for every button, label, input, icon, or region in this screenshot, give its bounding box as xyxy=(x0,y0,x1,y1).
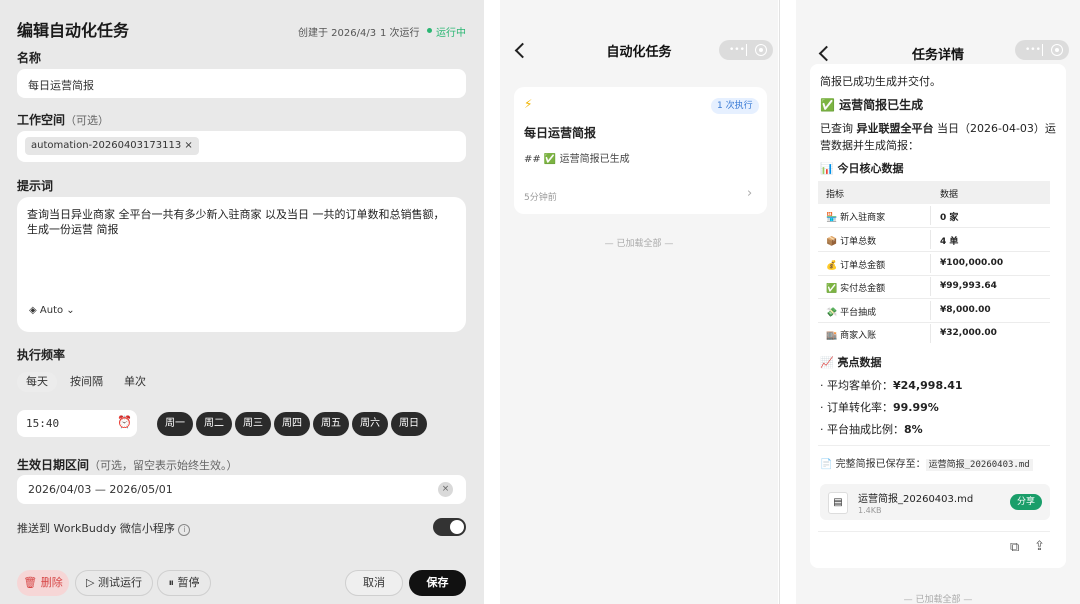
name-value: 每日运营简报 xyxy=(28,79,94,92)
execution-count-badge: 1 次执行 xyxy=(711,98,759,114)
prompt-textarea[interactable]: 查询当日异业商家 全平台一共有多少新入驻商家 以及当日 一共的订单数和总销售额，… xyxy=(17,197,466,332)
save-button[interactable]: 保存 xyxy=(409,570,466,596)
file-attachment[interactable]: ▤ 运营简报_20260403.md 1.4KB 分享 xyxy=(820,484,1050,520)
freq-once[interactable]: 单次 xyxy=(115,372,155,392)
col-header-metric: 指标 xyxy=(826,190,845,200)
miniprogram-capsule[interactable]: ••• xyxy=(719,40,773,60)
chevron-down-icon: ⌄ xyxy=(66,305,75,316)
freq-daily[interactable]: 每天 xyxy=(17,372,57,392)
task-card[interactable]: ⚡ 1 次执行 每日运营简报 ## ✅ 运营简报已生成 5分钟前 › xyxy=(514,87,767,214)
file-size: 1.4KB xyxy=(858,506,882,515)
date-range-label: 生效日期区间（可选，留空表示始终生效。） xyxy=(17,458,238,472)
card-summary: ## ✅ 运营简报已生成 xyxy=(524,154,630,165)
intro-paragraph-line2: 营数据并生成简报： xyxy=(820,139,919,152)
freq-interval[interactable]: 按间隔 xyxy=(61,372,112,392)
task-detail-panel: 任务详情 ••• 简报已成功生成并交付。 ✅ 运营简报已生成 已查询 异业联盟全… xyxy=(796,0,1080,604)
highlight-item: · 平台抽成比例：8% xyxy=(820,423,923,436)
workspace-label: 工作空间（可选） xyxy=(17,113,110,127)
alarm-clock-icon[interactable]: ⏰ xyxy=(117,415,132,429)
workspace-field[interactable]: automation-20260403173113 × xyxy=(17,131,466,162)
summary-line: 简报已成功生成并交付。 xyxy=(820,75,941,88)
pause-button[interactable]: ⏸ 暂停 xyxy=(157,570,211,596)
loaded-all-text: — 已加载全部 — xyxy=(604,239,674,249)
edit-task-panel: 编辑自动化任务 创建于 2026/4/3 1 次运行 运行中 名称 每日运营简报… xyxy=(0,0,484,604)
weekday-sun[interactable]: 周日 xyxy=(391,412,427,436)
workspace-tag[interactable]: automation-20260403173113 × xyxy=(25,137,199,155)
weekday-mon[interactable]: 周一 xyxy=(157,412,193,436)
miniprogram-capsule[interactable]: ••• xyxy=(1015,40,1069,60)
file-name: 运营简报_20260403.md xyxy=(858,494,974,505)
loaded-all-text: — 已加载全部 — xyxy=(903,595,973,604)
weekday-tue[interactable]: 周二 xyxy=(196,412,232,436)
divider xyxy=(818,445,1050,446)
date-range-field[interactable]: 2026/04/03 — 2026/05/01 × xyxy=(17,475,466,504)
task-list-panel: 自动化任务 ••• ⚡ 1 次执行 每日运营简报 ## ✅ 运营简报已生成 5分… xyxy=(500,0,778,604)
saved-path-line: 📄 完整简报已保存至： 运营简报_20260403.md xyxy=(820,455,1033,471)
table-row: 💰 订单总金额 ¥100,000.00 xyxy=(818,252,1050,276)
more-icon[interactable]: ••• xyxy=(1025,44,1041,56)
table-row: 📦 订单总数 4 单 xyxy=(818,228,1050,252)
model-selector[interactable]: ◈ Auto ⌄ xyxy=(29,305,75,316)
close-target-icon[interactable] xyxy=(1051,44,1063,56)
copy-icon[interactable]: ⧉ xyxy=(1010,540,1019,555)
panel-divider xyxy=(779,0,780,604)
status-badge: 运行中 xyxy=(436,28,466,39)
delete-button[interactable]: 🗑 删除 xyxy=(17,570,69,596)
push-toggle[interactable] xyxy=(433,518,466,536)
frequency-label: 执行频率 xyxy=(17,348,66,362)
table-row: 🏪 新入驻商家 0 家 xyxy=(818,204,1050,228)
run-count: 1 次运行 xyxy=(380,28,420,39)
test-run-button[interactable]: ▷ 测试运行 xyxy=(75,570,153,596)
highlight-item: · 平均客单价：¥24,998.41 xyxy=(820,379,963,392)
status-dot-icon xyxy=(427,28,432,33)
weekday-wed[interactable]: 周三 xyxy=(235,412,271,436)
prompt-label: 提示词 xyxy=(17,179,54,193)
page-title: 编辑自动化任务 xyxy=(17,21,130,40)
lightning-icon: ⚡ xyxy=(524,97,533,111)
heading-highlights: 📈 亮点数据 xyxy=(820,356,882,369)
heading-core-data: 📊 今日核心数据 xyxy=(820,162,904,175)
table-row: 🏬 商家入账 ¥32,000.00 xyxy=(818,322,1050,345)
weekday-fri[interactable]: 周五 xyxy=(313,412,349,436)
weekday-thu[interactable]: 周四 xyxy=(274,412,310,436)
heading-report-generated: ✅ 运营简报已生成 xyxy=(820,98,924,112)
intro-paragraph-line1: 已查询 异业联盟全平台 当日（2026-04-03）运 xyxy=(820,122,1056,135)
date-range-value: 2026/04/03 — 2026/05/01 xyxy=(28,483,173,496)
table-row: 💸 平台抽成 ¥8,000.00 xyxy=(818,299,1050,323)
col-header-value: 数据 xyxy=(940,190,959,200)
info-icon[interactable]: i xyxy=(178,524,191,536)
card-title: 每日运营简报 xyxy=(524,126,597,140)
prompt-text: 查询当日异业商家 全平台一共有多少新入驻商家 以及当日 一共的订单数和总销售额，… xyxy=(27,208,445,236)
name-field[interactable]: 每日运营简报 xyxy=(17,69,466,98)
pause-icon: ⏸ xyxy=(168,576,175,589)
document-icon: 📄 xyxy=(820,459,833,470)
created-date: 创建于 2026/4/3 xyxy=(298,28,377,39)
cancel-button[interactable]: 取消 xyxy=(345,570,403,596)
clear-date-icon[interactable]: × xyxy=(438,482,453,497)
toggle-knob xyxy=(450,520,464,534)
highlight-item: · 订单转化率：99.99% xyxy=(820,401,939,414)
play-icon: ▷ xyxy=(86,576,95,589)
time-input[interactable]: 15:40 ⏰ xyxy=(17,410,137,437)
card-time: 5分钟前 xyxy=(524,193,557,203)
push-label: 推送到 WorkBuddy 微信小程序 i xyxy=(17,520,191,536)
time-value: 15:40 xyxy=(26,417,60,430)
weekday-sat[interactable]: 周六 xyxy=(352,412,388,436)
layers-icon: ◈ xyxy=(29,305,37,316)
chevron-right-icon: › xyxy=(747,186,753,201)
table-header: 指标 数据 xyxy=(818,181,1050,204)
trash-icon: 🗑 xyxy=(23,576,38,589)
saved-file-code: 运营简报_20260403.md xyxy=(925,459,1033,471)
file-icon: ▤ xyxy=(828,492,848,514)
close-target-icon[interactable] xyxy=(755,44,767,56)
more-icon[interactable]: ••• xyxy=(729,44,745,56)
share-export-icon[interactable]: ⇪ xyxy=(1034,539,1045,554)
table-row: ✅ 实付总金额 ¥99,993.64 xyxy=(818,275,1050,299)
name-label: 名称 xyxy=(17,51,42,65)
divider xyxy=(818,531,1050,532)
share-button[interactable]: 分享 xyxy=(1010,494,1043,510)
